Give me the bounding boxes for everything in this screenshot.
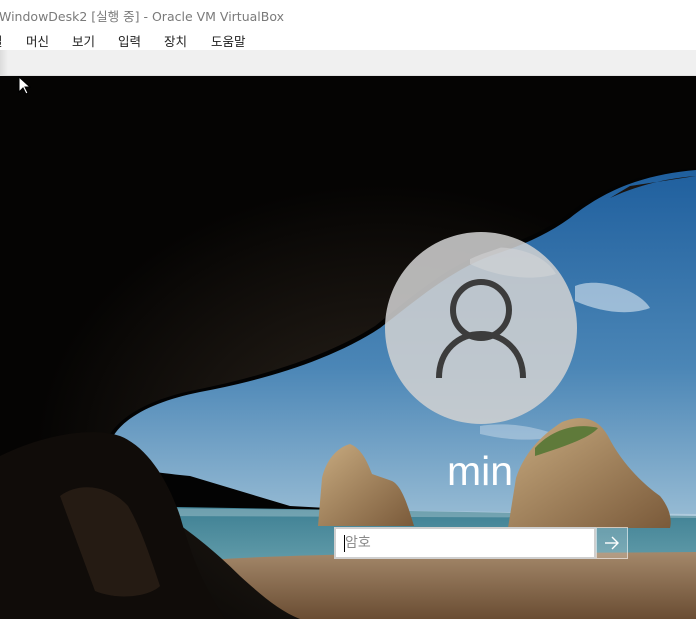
toolbar-strip [0, 50, 696, 76]
menu-file[interactable]: 일 [0, 31, 3, 50]
text-caret [344, 535, 345, 552]
mouse-pointer-icon [18, 76, 32, 95]
menu-machine[interactable]: 머신 [26, 31, 49, 50]
window-title: WindowDesk2 [실행 중] - Oracle VM VirtualBo… [0, 9, 285, 24]
toolbar-shade [0, 50, 8, 75]
submit-button[interactable] [596, 527, 628, 559]
menu-help[interactable]: 도움말 [211, 31, 246, 50]
menu-bar: 일 머신 보기 입력 장치 도움말 [0, 28, 696, 50]
title-bar[interactable]: WindowDesk2 [실행 중] - Oracle VM VirtualBo… [0, 0, 696, 28]
arrow-right-icon [605, 536, 619, 550]
user-silhouette-icon [436, 279, 526, 379]
menu-view[interactable]: 보기 [72, 31, 95, 50]
virtualbox-window: WindowDesk2 [실행 중] - Oracle VM VirtualBo… [0, 0, 696, 619]
password-field-container[interactable] [334, 527, 596, 559]
user-avatar [385, 232, 577, 424]
menu-devices[interactable]: 장치 [164, 31, 187, 50]
menu-input[interactable]: 입력 [118, 31, 141, 50]
password-input[interactable] [336, 529, 594, 557]
vm-display[interactable]: min [0, 76, 696, 619]
username-label: min [446, 448, 514, 494]
